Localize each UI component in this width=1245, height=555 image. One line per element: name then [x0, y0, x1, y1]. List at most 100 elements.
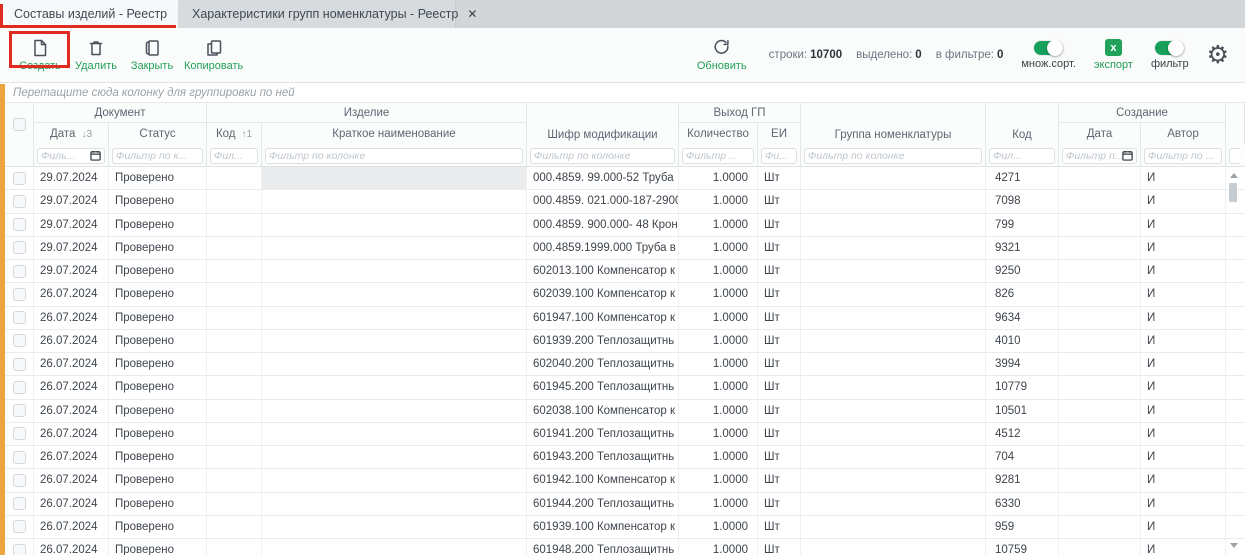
cell-unit: Шт — [758, 539, 801, 555]
row-checkbox[interactable] — [13, 451, 26, 464]
row-checkbox[interactable] — [13, 288, 26, 301]
row-checkbox[interactable] — [13, 311, 26, 324]
table-row[interactable]: 26.07.2024 Проверено 601944.200 Теплозащ… — [5, 493, 1245, 516]
select-all-checkbox[interactable] — [13, 118, 26, 131]
tab-close-icon[interactable]: ✕ — [467, 7, 477, 21]
row-checkbox[interactable] — [13, 265, 26, 278]
cell-date: 26.07.2024 — [34, 330, 109, 352]
cell-status: Проверено — [109, 493, 207, 515]
column-header-nom-group[interactable]: Группа номенклатуры — [801, 103, 986, 145]
row-checkbox[interactable] — [13, 474, 26, 487]
cell-created-date — [1059, 423, 1141, 445]
group-by-dropzone[interactable]: Перетащите сюда колонку для группировки … — [0, 83, 1245, 103]
calendar-icon[interactable] — [90, 150, 101, 161]
cell-status: Проверено — [109, 516, 207, 538]
table-row[interactable]: 26.07.2024 Проверено 601943.200 Теплозащ… — [5, 446, 1245, 469]
multisort-toggle[interactable]: множ.сорт. — [1021, 41, 1076, 70]
row-checkbox[interactable] — [13, 334, 26, 347]
cell-modification: 000.4859. 900.000- 48 Крон — [527, 214, 679, 236]
table-row[interactable]: 29.07.2024 Проверено 000.4859. 99.000-52… — [5, 167, 1245, 190]
row-checkbox[interactable] — [13, 172, 26, 185]
tab-sostavy-izdeliy[interactable]: Составы изделий - Реестр ✕ — [0, 0, 178, 28]
table-row[interactable]: 26.07.2024 Проверено 602038.100 Компенса… — [5, 400, 1245, 423]
cell-item-code — [207, 446, 262, 468]
filter-input-nom-group[interactable] — [808, 150, 978, 162]
table-row[interactable]: 26.07.2024 Проверено 601942.100 Компенса… — [5, 469, 1245, 492]
row-checkbox[interactable] — [13, 195, 26, 208]
cell-author: И — [1141, 283, 1226, 305]
column-header-author[interactable]: Автор — [1141, 123, 1226, 145]
cell-code: 10501 — [986, 400, 1059, 422]
column-header-created-date[interactable]: Дата — [1059, 123, 1141, 145]
scrollbar-thumb[interactable] — [1229, 183, 1237, 202]
cell-short-name — [262, 353, 527, 375]
cell-short-name — [262, 400, 527, 422]
filter-input-date[interactable] — [41, 150, 90, 162]
cell-code: 4271 — [986, 167, 1059, 189]
table-row[interactable]: 26.07.2024 Проверено 602040.200 Теплозащ… — [5, 353, 1245, 376]
row-checkbox[interactable] — [13, 404, 26, 417]
column-header-item-code[interactable]: Код ↑1 — [207, 123, 262, 145]
filter-input-author[interactable] — [1148, 150, 1218, 162]
row-checkbox[interactable] — [13, 381, 26, 394]
row-checkbox[interactable] — [13, 358, 26, 371]
row-checkbox[interactable] — [13, 497, 26, 510]
vertical-scrollbar[interactable] — [1227, 168, 1239, 555]
row-checkbox[interactable] — [13, 241, 26, 254]
export-button[interactable]: x экспорт — [1094, 39, 1133, 71]
row-checkbox[interactable] — [13, 520, 26, 533]
column-header-modification[interactable]: Шифр модификации — [527, 103, 679, 145]
scroll-up-icon[interactable] — [1230, 173, 1238, 178]
tab-harakteristiki-grupp[interactable]: Характеристики групп номенклатуры - Реес… — [178, 0, 456, 28]
table-row[interactable]: 26.07.2024 Проверено 601945.200 Теплозащ… — [5, 376, 1245, 399]
refresh-button[interactable]: Обновить — [693, 38, 751, 72]
row-checkbox[interactable] — [13, 544, 26, 555]
table-row[interactable]: 29.07.2024 Проверено 602013.100 Компенса… — [5, 260, 1245, 283]
copy-button[interactable]: Копировать — [180, 38, 247, 72]
table-row[interactable]: 26.07.2024 Проверено 601948.200 Теплозащ… — [5, 539, 1245, 555]
close-button[interactable]: Закрыть — [124, 38, 180, 72]
cell-code: 9634 — [986, 307, 1059, 329]
filter-input-code[interactable] — [993, 150, 1051, 162]
table-row[interactable]: 26.07.2024 Проверено 601939.200 Теплозащ… — [5, 330, 1245, 353]
filter-label: фильтр — [1151, 58, 1189, 70]
filter-input-quantity[interactable] — [686, 150, 750, 162]
cell-status: Проверено — [109, 260, 207, 282]
column-header-status[interactable]: Статус — [109, 123, 207, 145]
table-row[interactable]: 26.07.2024 Проверено 601939.100 Компенса… — [5, 516, 1245, 539]
gear-icon[interactable]: ⚙ — [1207, 45, 1229, 65]
column-header-quantity[interactable]: Количество — [679, 123, 758, 145]
create-button[interactable]: Создать — [12, 38, 68, 72]
filter-input-status[interactable] — [116, 150, 199, 162]
cell-author: И — [1141, 376, 1226, 398]
cell-item-code — [207, 493, 262, 515]
filter-toggle[interactable]: фильтр — [1151, 41, 1189, 70]
table-row[interactable]: 29.07.2024 Проверено 000.4859. 021.000-1… — [5, 190, 1245, 213]
filter-input-modification[interactable] — [534, 150, 671, 162]
delete-button[interactable]: Удалить — [68, 38, 124, 72]
table-row[interactable]: 26.07.2024 Проверено 601941.200 Теплозащ… — [5, 423, 1245, 446]
filter-input-item-code[interactable] — [214, 150, 254, 162]
filter-input-created-date[interactable] — [1066, 150, 1122, 162]
row-checkbox[interactable] — [13, 218, 26, 231]
column-header-short-name[interactable]: Краткое наименование — [262, 123, 527, 145]
filter-input-short-name[interactable] — [269, 150, 519, 162]
calendar-icon[interactable] — [1122, 150, 1133, 161]
row-checkbox[interactable] — [13, 427, 26, 440]
table-row[interactable]: 26.07.2024 Проверено 602039.100 Компенса… — [5, 283, 1245, 306]
toggle-on-icon — [1034, 41, 1063, 55]
table-row[interactable]: 26.07.2024 Проверено 601947.100 Компенса… — [5, 307, 1245, 330]
column-header-code[interactable]: Код — [986, 103, 1059, 145]
filter-input-unit[interactable] — [765, 150, 793, 162]
cell-created-date — [1059, 516, 1141, 538]
row-checkbox-cell — [5, 214, 34, 236]
scroll-down-icon[interactable] — [1230, 543, 1238, 548]
cell-code: 4010 — [986, 330, 1059, 352]
cell-created-date — [1059, 400, 1141, 422]
cell-code: 799 — [986, 214, 1059, 236]
row-checkbox-cell — [5, 493, 34, 515]
column-header-date[interactable]: Дата ↓3 — [34, 123, 109, 145]
column-header-unit[interactable]: ЕИ — [758, 123, 801, 145]
table-row[interactable]: 29.07.2024 Проверено 000.4859. 900.000- … — [5, 214, 1245, 237]
table-row[interactable]: 29.07.2024 Проверено 000.4859.1999.000 Т… — [5, 237, 1245, 260]
